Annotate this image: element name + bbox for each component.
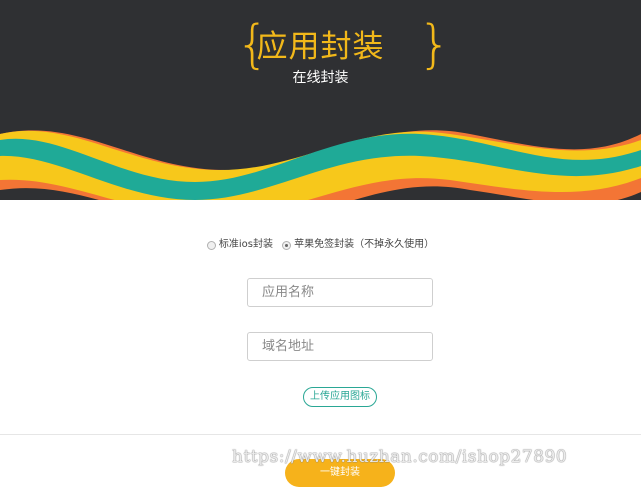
page-subtitle: 在线封装 bbox=[292, 70, 349, 86]
watermark-text: https://www.huzhan.com/ishop27890 bbox=[232, 447, 568, 467]
option-apple-nosign[interactable]: 苹果免签封装（不掉永久使用） bbox=[282, 238, 434, 252]
option-apple-nosign-label: 苹果免签封装（不掉永久使用） bbox=[294, 239, 435, 250]
app-name-input[interactable] bbox=[247, 278, 433, 307]
upload-icon-button[interactable]: 上传应用图标 bbox=[303, 387, 377, 407]
package-type-options: 标准ios封装 苹果免签封装（不掉永久使用） bbox=[0, 238, 641, 255]
section-divider bbox=[0, 434, 641, 435]
radio-standard-ios[interactable] bbox=[206, 240, 216, 250]
domain-input[interactable] bbox=[247, 332, 433, 361]
right-brace: } bbox=[418, 15, 452, 75]
radio-apple-nosign[interactable] bbox=[282, 240, 292, 250]
option-standard-ios[interactable]: 标准ios封装 bbox=[206, 238, 273, 252]
option-standard-ios-label: 标准ios封装 bbox=[218, 239, 273, 250]
page-title: 应用封装 bbox=[256, 29, 385, 65]
wave-ribbon-decoration bbox=[0, 130, 641, 200]
